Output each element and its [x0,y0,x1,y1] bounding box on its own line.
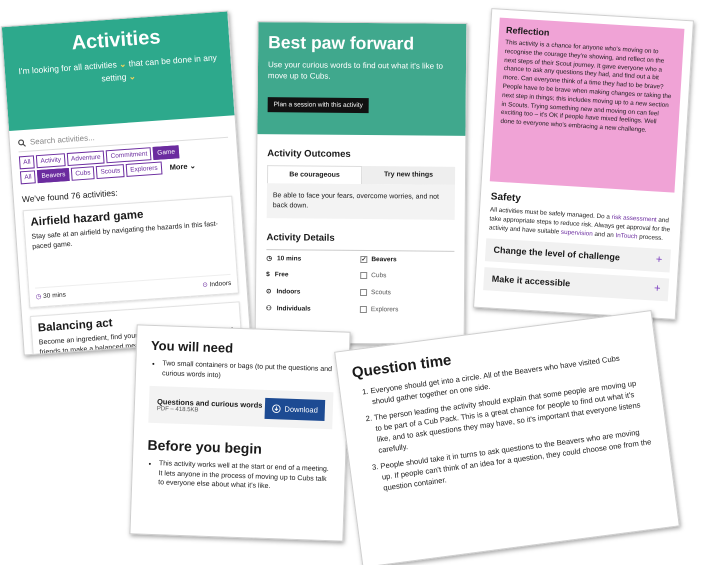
reflection-box: Reflection This activity is a chance for… [489,17,685,193]
activity-title: Best paw forward [268,32,415,54]
reflection-card: Reflection This activity is a chance for… [473,8,694,320]
filter-section-all[interactable]: All [19,170,37,185]
activity-location: ⊙ Indoors [202,279,231,289]
duration-text: 10 mins [276,254,302,262]
download-resource: Questions and curious words PDF – 418.5K… [148,385,334,430]
tab-be-courageous[interactable]: Be courageous [266,165,363,185]
search-input[interactable]: Search activities... [30,133,95,147]
detail-duration: ◷ 10 mins [266,254,360,263]
activities-card: Activities I'm looking for all activitie… [0,10,252,356]
list-item: Two small containers or bags (to put the… [162,359,335,384]
setting-dropdown-chevron-icon[interactable]: ⌄ [128,71,136,81]
detail-cost: $ Free [266,271,360,279]
cost-text: Free [274,271,289,279]
dollar-icon: $ [266,271,270,279]
download-label: Download [284,404,319,415]
checkbox-icon [359,305,367,313]
accordion-accessible[interactable]: Make it accessible + [483,267,670,302]
you-will-need-heading: You will need [150,337,234,356]
outcome-text: Be able to face your fears, overcome wor… [266,183,455,220]
plan-session-button[interactable]: Plan a session with this activity [267,97,369,114]
filter-type-game[interactable]: Game [152,145,180,161]
file-info: Questions and curious words PDF – 418.5K… [157,397,263,416]
before-you-begin-heading: Before you begin [147,436,263,457]
plus-icon: + [655,253,663,267]
section-beavers: ✓ Beavers [360,255,454,264]
activity-card-airfield[interactable]: Airfield hazard game Stay safe at an air… [22,195,239,309]
section-explorers: Explorers [359,305,454,314]
location-text: Indoors [209,279,232,289]
location-text: Indoors [276,287,301,295]
safety-section: Safety All activities must be safely man… [489,191,672,243]
details-heading: Activity Details [266,232,335,244]
outcomes-heading: Activity Outcomes [267,148,351,160]
filter-type-adventure[interactable]: Adventure [66,150,106,167]
activity-subtitle: Use your curious words to find out what … [267,60,443,81]
section-label: Beavers [371,255,397,263]
equipment-list: Two small containers or bags (to put the… [162,359,335,384]
details-grid: ◷ 10 mins ✓ Beavers $ Free Cubs ⊙ Indoors Sc… [266,254,454,314]
clock-icon: ◷ [35,293,42,301]
question-time-card: Question time Everyone should get into a… [334,310,680,565]
time-text: 30 mins [42,291,67,301]
before-list: This activity works well at the start or… [158,459,331,493]
location-pin-icon: ⊙ [202,281,209,289]
reflection-text: This activity is a chance for anyone who… [500,39,672,134]
section-label: Explorers [370,305,399,313]
section-cubs: Cubs [360,271,454,280]
activity-hero: Best paw forward Use your curious words … [257,22,467,136]
detail-location: ⊙ Indoors [266,287,360,296]
intouch-link[interactable]: InTouch [615,232,637,240]
type-dropdown-chevron-icon[interactable]: ⌄ [119,59,127,69]
chevron-down-icon: ⌄ [189,161,197,171]
safety-text-part: and an [594,230,614,239]
tab-try-new-things[interactable]: Try new things [361,166,456,185]
supervision-link[interactable]: supervision [561,228,593,237]
divider [266,249,455,252]
section-scouts: Scouts [360,288,454,297]
filter-type-activity[interactable]: Activity [36,153,66,169]
download-button[interactable]: Download [264,397,326,421]
clock-icon: ◷ [266,255,273,263]
checkbox-icon [360,271,368,280]
activity-detail-card: Best paw forward Use your curious words … [254,21,468,345]
filter-type-all[interactable]: All [18,155,35,170]
activity-time: ◷ 30 mins [35,290,66,300]
filter-section-explorers[interactable]: Explorers [125,161,163,177]
safety-text-part: process. [639,233,664,242]
checkbox-checked-icon: ✓ [360,255,368,263]
plus-icon: + [653,282,661,296]
section-label: Cubs [371,272,387,280]
accordion-label: Change the level of challenge [493,245,621,263]
safety-text: All activities must be safely managed. D… [489,206,671,243]
section-label: Scouts [371,288,391,296]
filter-type-commitment[interactable]: Commitment [106,147,152,164]
checkbox-icon [360,288,368,296]
more-filters-button[interactable]: More ⌄ [169,161,196,172]
filter-section-cubs[interactable]: Cubs [70,166,95,181]
location-pin-icon: ⊙ [266,288,272,296]
equipment-card: You will need Two small containers or ba… [129,324,351,542]
accordion-challenge[interactable]: Change the level of challenge + [484,238,671,273]
list-item: This activity works well at the start or… [158,459,331,493]
download-icon [271,404,281,413]
activities-hero: Activities I'm looking for all activitie… [1,11,235,132]
people-icon: ⚇ [265,305,272,313]
activity-meta: ◷ 30 mins ⊙ Indoors [35,273,232,301]
detail-group: ⚇ Individuals [266,304,360,313]
filter-section-beavers[interactable]: Beavers [37,167,70,184]
outcome-tabs: Be courageous Try new things [266,165,456,185]
accordion-label: Make it accessible [491,274,571,289]
group-text: Individuals [276,304,311,313]
filter-section-scouts[interactable]: Scouts [96,164,125,180]
more-label: More [169,161,188,172]
search-icon [18,138,26,147]
